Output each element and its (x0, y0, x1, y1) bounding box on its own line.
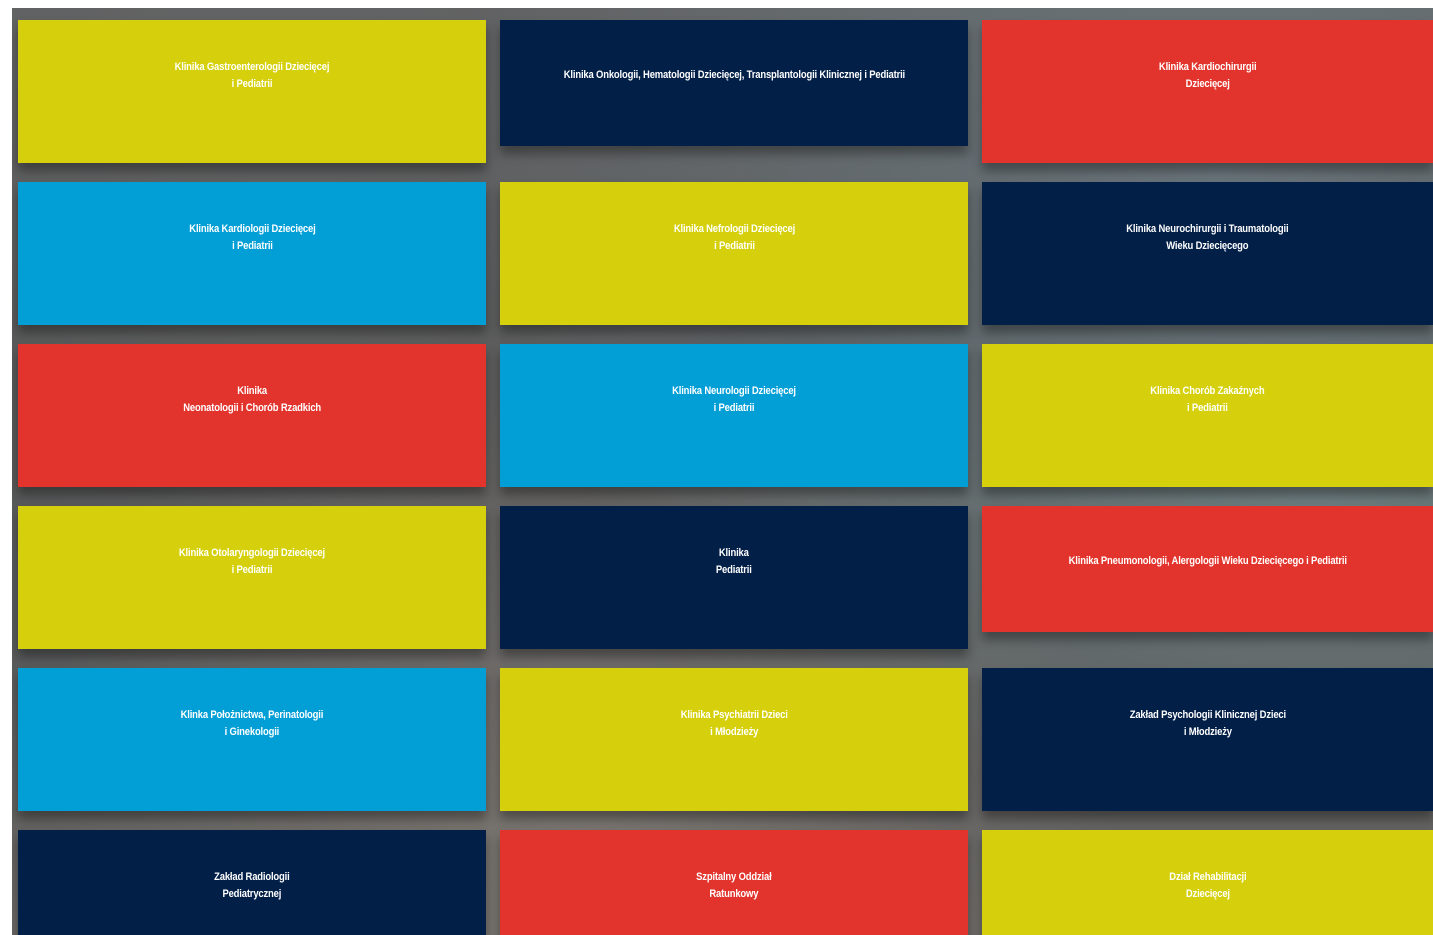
tile-cardiac-surgery[interactable]: Klinika Kardiochirurgii Dziecięcej (982, 20, 1433, 163)
tile-label: Klinika Pediatrii (716, 546, 752, 576)
tile-label: Dział Rehabilitacji Dziecięcej (1168, 870, 1247, 900)
tile-label: Klinika Kardiologii Dziecięcej i Pediatr… (188, 222, 316, 252)
tile-label: Zakład Radiologii Pediatrycznej (214, 870, 290, 900)
tile-label: Szpitalny Oddział Ratunkowy (696, 870, 772, 900)
tile-obstetrics[interactable]: Klinka Położnictwa, Perinatologii i Gine… (18, 668, 486, 811)
tile-neurosurgery[interactable]: Klinika Neurochirurgii i Traumatologii W… (982, 182, 1433, 325)
tile-label: Zakład Psychologii Klinicznej Dzieci i M… (1129, 708, 1286, 738)
tile-rehabilitation[interactable]: Dział Rehabilitacji Dziecięcej (982, 830, 1433, 935)
tile-cardiology[interactable]: Klinika Kardiologii Dziecięcej i Pediatr… (18, 182, 486, 325)
clinic-grid: Klinika Gastroenterologii Dziecięcej i P… (12, 8, 1433, 935)
tile-label: Klinika Neurologii Dziecięcej i Pediatri… (672, 384, 796, 414)
tile-label: Klinika Chorób Zakaźnych i Pediatrii (1150, 384, 1265, 414)
tile-nephrology[interactable]: Klinika Nefrologii Dziecięcej i Pediatri… (500, 182, 968, 325)
tile-label: Klinika Neonatologii i Chorób Rzadkich (183, 384, 321, 414)
tile-psychiatry[interactable]: Klinika Psychiatrii Dzieci i Młodzieży (500, 668, 968, 811)
tile-pneumonology-allergology[interactable]: Klinika Pneumonologii, Alergologii Wieku… (982, 506, 1433, 632)
tile-label: Klinika Nefrologii Dziecięcej i Pediatri… (673, 222, 795, 252)
tile-label: Klinika Psychiatrii Dzieci i Młodzieży (680, 708, 788, 738)
tile-label: Klinika Pneumonologii, Alergologii Wieku… (1068, 554, 1347, 567)
tile-radiology[interactable]: Zakład Radiologii Pediatrycznej (18, 830, 486, 935)
tile-emergency-ward[interactable]: Szpitalny Oddział Ratunkowy (500, 830, 968, 935)
tile-label: Klinika Otolaryngologii Dziecięcej i Ped… (178, 546, 326, 576)
tile-label: Klinika Gastroenterologii Dziecięcej i P… (174, 60, 330, 90)
tile-pediatrics[interactable]: Klinika Pediatrii (500, 506, 968, 649)
tile-otolaryngology[interactable]: Klinika Otolaryngologii Dziecięcej i Ped… (18, 506, 486, 649)
tile-label: Klinika Neurochirurgii i Traumatologii W… (1126, 222, 1289, 252)
tile-neonatology[interactable]: Klinika Neonatologii i Chorób Rzadkich (18, 344, 486, 487)
tile-infectious-diseases[interactable]: Klinika Chorób Zakaźnych i Pediatrii (982, 344, 1433, 487)
tile-label: Klinka Położnictwa, Perinatologii i Gine… (180, 708, 324, 738)
tile-label: Klinika Onkologii, Hematologii Dziecięce… (563, 68, 905, 81)
tile-neurology[interactable]: Klinika Neurologii Dziecięcej i Pediatri… (500, 344, 968, 487)
tile-label: Klinika Kardiochirurgii Dziecięcej (1158, 60, 1257, 90)
tile-gastroenterology[interactable]: Klinika Gastroenterologii Dziecięcej i P… (18, 20, 486, 163)
tile-clinical-psychology[interactable]: Zakład Psychologii Klinicznej Dzieci i M… (982, 668, 1433, 811)
tile-oncology-hematology[interactable]: Klinika Onkologii, Hematologii Dziecięce… (500, 20, 968, 146)
